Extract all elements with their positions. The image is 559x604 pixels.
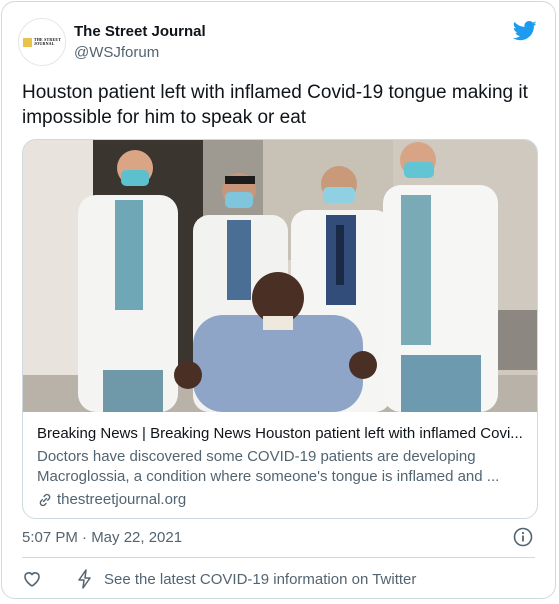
twitter-bird-icon[interactable] bbox=[513, 21, 537, 41]
divider bbox=[22, 557, 535, 558]
link-preview-card[interactable]: Breaking News | Breaking News Houston pa… bbox=[22, 139, 538, 519]
author-handle[interactable]: @WSJforum bbox=[74, 44, 159, 61]
tweet-timestamp[interactable]: 5:07 PM · May 22, 2021 bbox=[22, 529, 182, 546]
bolt-icon bbox=[78, 569, 91, 589]
tweet-footer: See the latest COVID-19 information on T… bbox=[22, 568, 535, 590]
publication-logo: THE STREET JOURNAL bbox=[22, 37, 61, 47]
link-icon bbox=[39, 493, 51, 507]
info-icon[interactable] bbox=[513, 527, 533, 547]
card-link[interactable]: thestreetjournal.org bbox=[37, 490, 523, 510]
tweet-text: Houston patient left with inflamed Covid… bbox=[22, 82, 528, 128]
avatar[interactable]: THE STREET JOURNAL bbox=[18, 18, 66, 66]
card-image[interactable] bbox=[23, 140, 537, 412]
covid-info-link[interactable]: See the latest COVID-19 information on T… bbox=[104, 571, 416, 588]
card-description: Doctors have discovered some COVID-19 pa… bbox=[37, 448, 500, 485]
heart-icon[interactable] bbox=[22, 569, 42, 589]
author-name[interactable]: The Street Journal bbox=[74, 23, 206, 40]
tweet-card[interactable]: THE STREET JOURNAL The Street Journal @WS… bbox=[1, 1, 556, 599]
card-title[interactable]: Breaking News | Breaking News Houston pa… bbox=[37, 424, 523, 444]
card-link-text[interactable]: thestreetjournal.org bbox=[57, 490, 186, 510]
